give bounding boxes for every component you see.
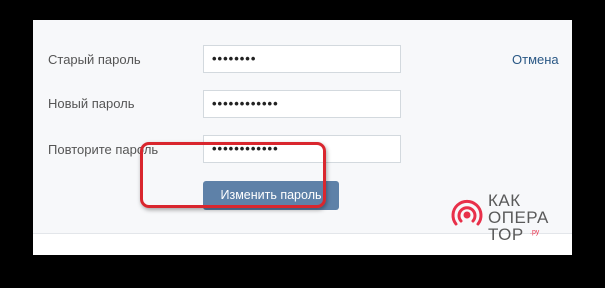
new-password-field[interactable]: •••••••••••• bbox=[203, 90, 401, 118]
logo-text-line2: ОПЕРА bbox=[488, 208, 549, 227]
old-password-field[interactable]: •••••••• bbox=[203, 45, 401, 73]
new-password-label: Новый пароль bbox=[48, 96, 135, 111]
logo-text-line3: ТОР bbox=[488, 225, 524, 244]
old-password-label: Старый пароль bbox=[48, 52, 141, 67]
highlight-frame bbox=[140, 142, 326, 208]
logo-suffix: .ру bbox=[530, 229, 540, 236]
logo-text-line1: КАК bbox=[488, 191, 521, 210]
cancel-link[interactable]: Отмена bbox=[512, 52, 559, 67]
